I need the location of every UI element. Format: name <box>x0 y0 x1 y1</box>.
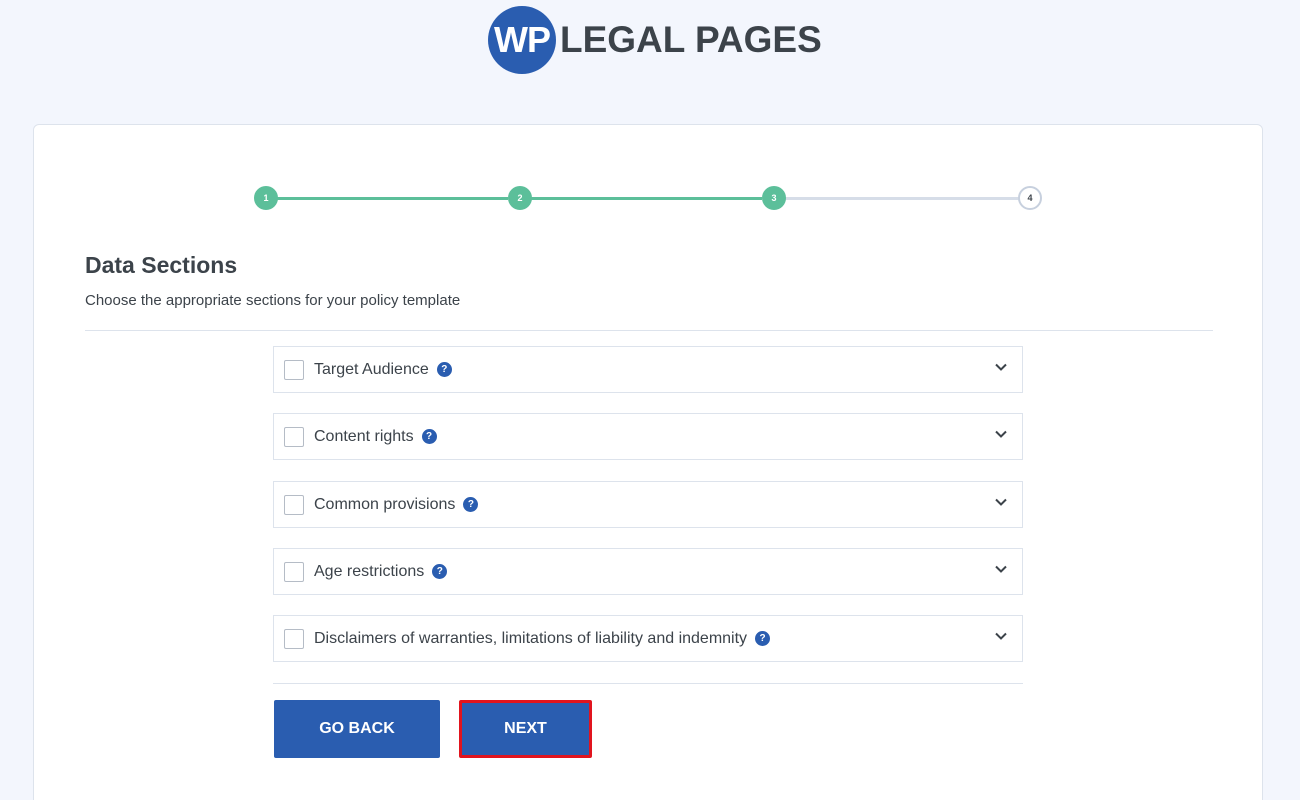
checkbox-disclaimers[interactable] <box>284 628 304 649</box>
chevron-down-icon[interactable] <box>994 562 1008 576</box>
wp-legal-pages-logo: WP LEGAL PAGES <box>488 5 822 75</box>
help-icon[interactable]: ? <box>755 631 771 646</box>
step-connector-1 <box>276 197 508 200</box>
chevron-down-icon[interactable] <box>994 427 1008 441</box>
section-label: Age restrictions <box>314 562 425 580</box>
section-disclaimers[interactable]: Disclaimers of warranties, limitations o… <box>273 615 1023 662</box>
divider <box>273 683 1023 684</box>
chevron-down-icon[interactable] <box>994 495 1008 509</box>
logo-badge: WP <box>488 6 556 74</box>
page-subtitle: Choose the appropriate sections for your… <box>85 292 461 309</box>
step-4: 4 <box>1018 186 1042 210</box>
next-button[interactable]: NEXT <box>459 700 592 758</box>
page-title: Data Sections <box>85 252 238 278</box>
help-icon[interactable]: ? <box>432 564 448 579</box>
checkbox-common-provisions[interactable] <box>284 494 304 515</box>
section-label: Common provisions <box>314 495 456 513</box>
divider <box>85 330 1213 331</box>
step-2: 2 <box>508 186 532 210</box>
help-icon[interactable]: ? <box>436 362 452 377</box>
section-age-restrictions[interactable]: Age restrictions ? <box>273 548 1023 595</box>
step-connector-3 <box>784 197 1020 200</box>
checkbox-content-rights[interactable] <box>284 426 304 447</box>
progress-stepper: 1 2 3 4 <box>254 186 1044 210</box>
wizard-card: 1 2 3 4 Data Sections Choose the appropr… <box>33 124 1263 800</box>
step-1: 1 <box>254 186 278 210</box>
step-connector-2 <box>530 197 762 200</box>
help-icon[interactable]: ? <box>463 497 479 512</box>
chevron-down-icon[interactable] <box>994 629 1008 643</box>
help-icon[interactable]: ? <box>421 429 437 444</box>
section-label: Target Audience <box>314 360 429 378</box>
section-common-provisions[interactable]: Common provisions ? <box>273 481 1023 528</box>
step-3: 3 <box>762 186 786 210</box>
section-label: Content rights <box>314 427 414 445</box>
logo-text: LEGAL PAGES <box>560 19 822 60</box>
checkbox-target-audience[interactable] <box>284 359 304 380</box>
go-back-button[interactable]: GO BACK <box>274 700 440 758</box>
checkbox-age-restrictions[interactable] <box>284 561 304 582</box>
chevron-down-icon[interactable] <box>994 360 1008 374</box>
section-target-audience[interactable]: Target Audience ? <box>273 346 1023 393</box>
section-content-rights[interactable]: Content rights ? <box>273 413 1023 460</box>
section-label: Disclaimers of warranties, limitations o… <box>314 629 748 647</box>
